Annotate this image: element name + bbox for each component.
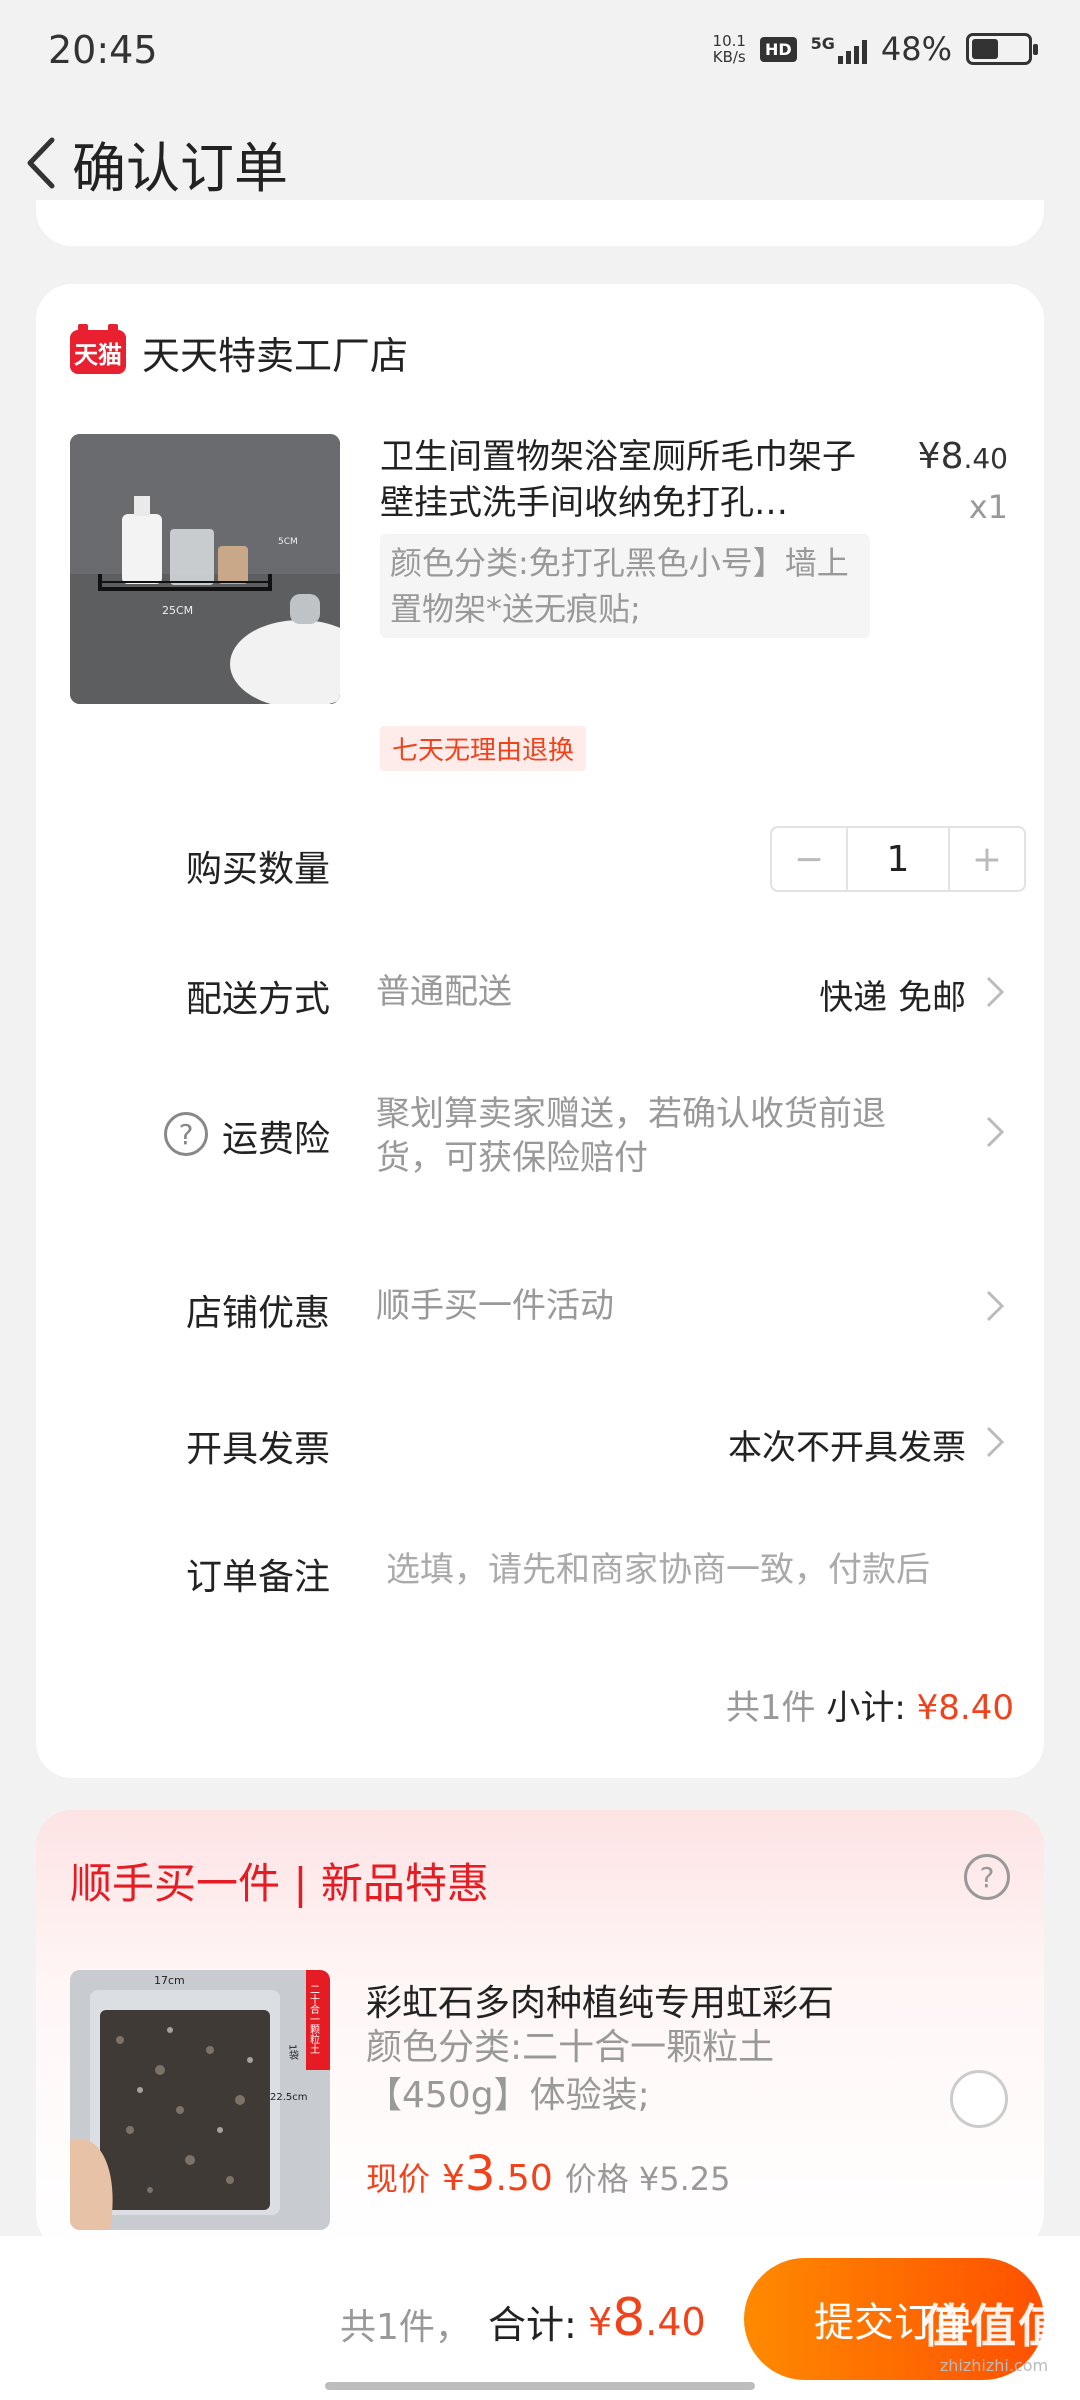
home-indicator[interactable] — [325, 2382, 755, 2390]
total-price: ¥8.40 — [588, 2288, 706, 2348]
insurance-label: 运费险 — [222, 1119, 331, 1160]
recommend-now-dec: .50 — [495, 2158, 553, 2199]
recommend-image-tag2: 1袋 — [287, 2044, 299, 2060]
order-note-row: 订单备注 选填，请先和商家协商一致，付款后 — [186, 1548, 1026, 1598]
total-price-int: 8 — [612, 2288, 646, 2348]
product-image[interactable]: 25CM 5CM — [70, 434, 340, 704]
invoice-label: 开具发票 — [186, 1429, 331, 1470]
recommend-image-height-label: 22.5cm — [270, 2092, 308, 2103]
product-title[interactable]: 卫生间置物架浴室厕所毛巾架子壁挂式洗手间收纳免打孔… — [380, 434, 880, 526]
status-time: 20:45 — [48, 28, 158, 72]
product-price-symbol: ¥ — [917, 436, 941, 477]
delivery-row[interactable]: 配送方式 普通配送 快递 免邮 — [186, 970, 1026, 1020]
delivery-label: 配送方式 — [186, 979, 331, 1020]
shop-discount-sub: 顺手买一件活动 — [376, 1286, 614, 1326]
recommend-product-name[interactable]: 彩虹石多肉种植纯专用虹彩石 — [366, 1974, 834, 2026]
quantity-stepper: − 1 + — [770, 826, 1026, 892]
network-type: 5G — [810, 34, 835, 53]
product-image-width-label: 25CM — [162, 604, 193, 617]
invoice-row[interactable]: 开具发票 本次不开具发票 — [186, 1420, 1026, 1470]
status-icons: 10.1 KB/s HD 5G 48% — [713, 30, 1038, 68]
return-policy-badge: 七天无理由退换 — [380, 726, 587, 771]
recommend-now-label: 现价 — [366, 2160, 431, 2198]
recommend-image-width-label: 17cm — [154, 1974, 185, 1987]
site-watermark: 值值值 zhizhizhi.com — [922, 2290, 1066, 2375]
invoice-value: 本次不开具发票 — [728, 1428, 966, 1468]
chevron-right-icon — [986, 976, 1005, 1008]
recommend-now-symbol: ¥ — [442, 2158, 465, 2199]
total-count: 共1件， — [340, 2307, 471, 2348]
product-image-height-label: 5CM — [278, 537, 298, 547]
recommend-image-tag: 二十合一颗粒土 — [308, 1984, 320, 2054]
watermark-main: 值值值 — [922, 2299, 1066, 2353]
shipping-insurance-row[interactable]: ? 运费险 聚划算卖家赠送，若确认收货前退货，可获保险赔付 — [164, 1094, 1026, 1210]
quantity-label: 购买数量 — [186, 849, 331, 890]
delivery-value: 快递 免邮 — [819, 978, 966, 1018]
total-label: 合计: — [488, 2303, 577, 2347]
previous-card-edge — [36, 200, 1044, 246]
back-arrow-icon[interactable] — [18, 128, 68, 198]
recommend-title: 顺手买一件 | 新品特惠 — [70, 1859, 489, 1908]
page-title: 确认订单 — [72, 137, 288, 200]
subtotal: 共1件 小计: ¥8.40 — [726, 1680, 1014, 1729]
recommend-card: 顺手买一件 | 新品特惠 ? 17cm 22.5cm 二十合一颗粒土 1袋 彩虹… — [36, 1810, 1044, 2250]
shop-name: 天天特卖工厂店 — [142, 333, 409, 378]
order-note-input[interactable]: 选填，请先和商家协商一致，付款后 — [386, 1548, 996, 1592]
hd-icon: HD — [759, 36, 797, 62]
status-bar: 20:45 10.1 KB/s HD 5G 48% — [0, 0, 1080, 100]
quantity-plus-button[interactable]: + — [950, 828, 1024, 890]
net-speed-value: 10.1 — [712, 32, 746, 50]
quantity-value[interactable]: 1 — [846, 828, 950, 890]
quantity-minus-button[interactable]: − — [772, 828, 846, 890]
net-speed: 10.1 KB/s — [713, 33, 746, 65]
help-circle-icon[interactable]: ? — [164, 1112, 208, 1156]
delivery-sub: 普通配送 — [376, 972, 512, 1012]
order-note-label: 订单备注 — [186, 1557, 331, 1598]
total-price-dec: .40 — [645, 2300, 706, 2344]
recommend-now-int: 3 — [464, 2146, 496, 2202]
subtotal-price: ¥8.40 — [916, 1688, 1014, 1728]
shop-discount-label: 店铺优惠 — [186, 1293, 331, 1334]
product-price-int: 8 — [940, 436, 964, 477]
recommend-product-spec: 颜色分类:二十合一颗粒土【450g】体验装; — [366, 2027, 775, 2116]
subtotal-label: 小计: — [826, 1688, 906, 1728]
recommend-now-price: ¥3.50 — [442, 2146, 553, 2202]
signal-icon: 5G — [811, 34, 867, 64]
product-qty: x1 — [968, 488, 1008, 526]
total-price-symbol: ¥ — [588, 2300, 613, 2344]
order-card: 天猫 天天特卖工厂店 25CM 5CM 卫生间置物架浴室厕所毛巾架子壁挂式洗手间… — [36, 284, 1044, 1778]
recommend-price-row: 现价 ¥3.50 价格 ¥5.25 — [366, 2146, 731, 2202]
recommend-original-price: 价格 ¥5.25 — [564, 2160, 731, 2198]
recommend-product-image[interactable]: 17cm 22.5cm 二十合一颗粒土 1袋 — [70, 1970, 330, 2230]
tmall-logo: 天猫 — [70, 324, 126, 374]
net-speed-unit: KB/s — [712, 48, 746, 66]
battery-icon — [966, 33, 1038, 65]
product-price-dec: .40 — [963, 442, 1008, 475]
battery-percent: 48% — [880, 30, 952, 68]
chevron-right-icon — [986, 1426, 1005, 1458]
subtotal-count: 共1件 — [725, 1688, 816, 1728]
product-spec[interactable]: 颜色分类:免打孔黑色小号】墙上置物架*送无痕贴; — [380, 534, 870, 638]
product-price: ¥8.40 — [918, 436, 1008, 477]
chevron-right-icon — [986, 1290, 1005, 1322]
checkout-bar: 共1件， 合计: ¥8.40 提交订单 值值值 zhizhizhi.com — [0, 2236, 1080, 2400]
watermark-sub: zhizhizhi.com — [939, 2356, 1049, 2375]
insurance-sub: 聚划算卖家赠送，若确认收货前退货，可获保险赔付 — [376, 1094, 886, 1178]
shop-row[interactable]: 天猫 天天特卖工厂店 — [70, 324, 408, 380]
help-circle-icon[interactable]: ? — [964, 1854, 1010, 1900]
chevron-right-icon — [986, 1116, 1005, 1148]
shop-discount-row[interactable]: 店铺优惠 顺手买一件活动 — [186, 1284, 1026, 1334]
recommend-select-radio[interactable] — [950, 2070, 1008, 2128]
